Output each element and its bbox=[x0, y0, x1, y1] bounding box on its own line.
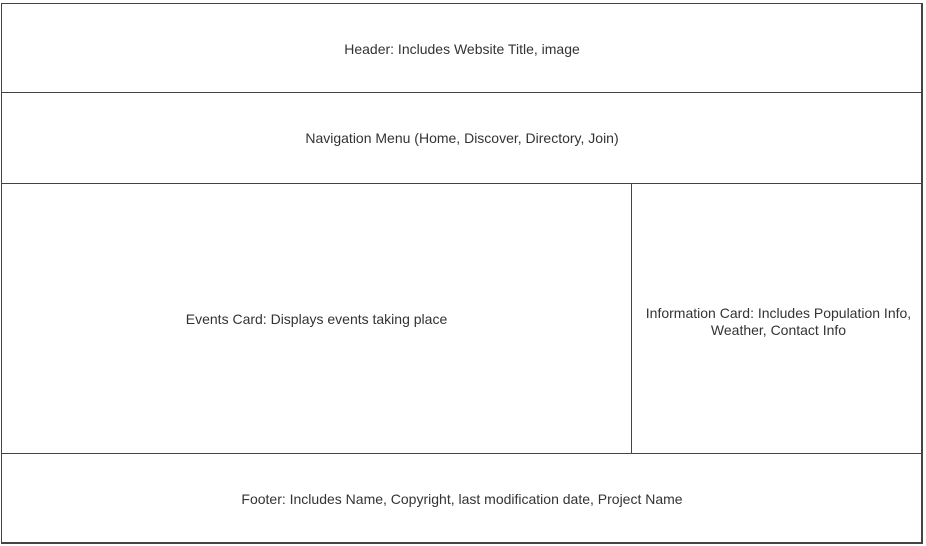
navigation-region: Navigation Menu (Home, Discover, Directo… bbox=[2, 93, 922, 184]
footer-region: Footer: Includes Name, Copyright, last m… bbox=[2, 453, 922, 542]
events-card-region: Events Card: Displays events taking plac… bbox=[2, 184, 632, 453]
navigation-label: Navigation Menu (Home, Discover, Directo… bbox=[305, 129, 619, 146]
events-card-label: Events Card: Displays events taking plac… bbox=[185, 311, 448, 327]
header-region: Header: Includes Website Title, image bbox=[2, 4, 922, 93]
information-card-region: Information Card: Includes Population In… bbox=[632, 184, 922, 453]
information-card-label: Information Card: Includes Population In… bbox=[645, 304, 912, 338]
page-wireframe: Header: Includes Website Title, image Na… bbox=[1, 3, 923, 544]
header-label: Header: Includes Website Title, image bbox=[344, 40, 580, 57]
footer-label: Footer: Includes Name, Copyright, last m… bbox=[241, 490, 683, 507]
